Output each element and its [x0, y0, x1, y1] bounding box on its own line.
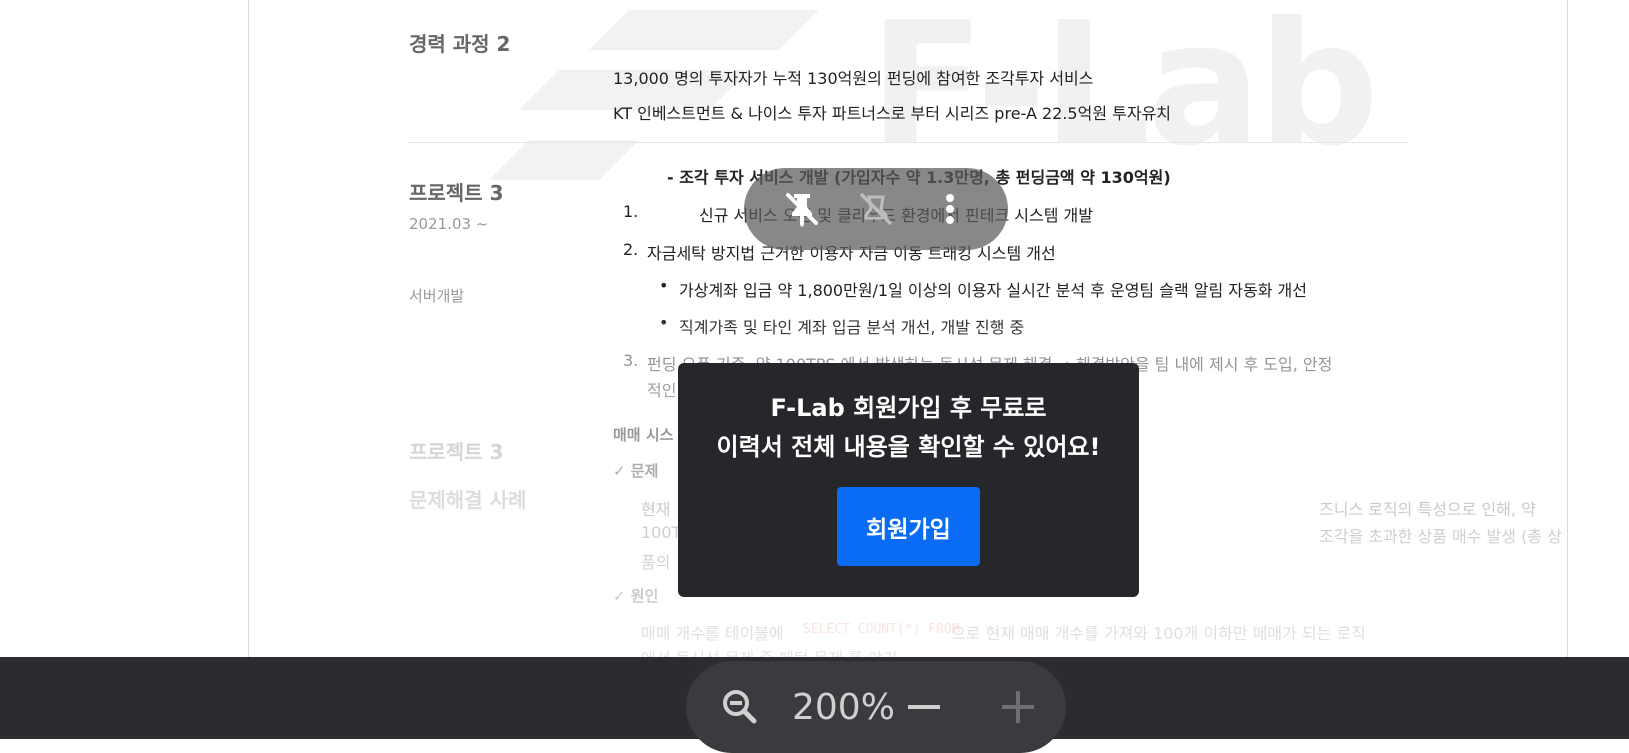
minus-icon[interactable] — [896, 679, 952, 735]
project-title: 프로젝트 3 — [409, 181, 504, 205]
more-vert-icon[interactable] — [930, 189, 970, 229]
modal-subheadline: 이력서 전체 내용을 확인할 수 있어요! — [716, 433, 1101, 461]
case-title: 프로젝트 3 — [409, 440, 504, 464]
problem-text: 현재 — [641, 500, 671, 519]
career-line: 13,000 명의 투자자가 누적 130억원의 펀딩에 참여한 조각투자 서비… — [613, 69, 1094, 88]
case-subject: 매매 시스 — [613, 426, 674, 444]
signup-button[interactable]: 회원가입 — [837, 487, 980, 566]
signup-prompt-modal: F-Lab 회원가입 후 무료로 이력서 전체 내용을 확인할 수 있어요! 회… — [678, 363, 1139, 597]
list-item-number: 2. — [623, 240, 639, 259]
zoom-out-icon[interactable] — [712, 679, 768, 735]
problem-label: ✓ 문제 — [613, 462, 659, 480]
bullet-item: 가상계좌 입금 약 1,800만원/1일 이상의 이용자 실시간 분석 후 운영… — [679, 281, 1307, 300]
problem-text: 품의 — [641, 553, 671, 572]
zoom-level: 200% — [792, 686, 895, 728]
zoom-controls: 200% — [686, 661, 1066, 753]
unpin-icon[interactable] — [782, 189, 822, 229]
list-item-number: 1. — [623, 202, 639, 221]
cause-text: 에서 동시성 문제 즉 패턴 문제 를 야기 — [641, 645, 897, 657]
case-subtitle: 문제해결 사례 — [409, 488, 527, 512]
project-date: 2021.03 ~ — [409, 215, 489, 233]
project-role: 서버개발 — [409, 287, 465, 305]
bullet-icon: • — [659, 313, 669, 332]
bullet-item: 직계가족 및 타인 계좌 입금 분석 개선, 개발 진행 중 — [679, 318, 1025, 337]
career-line: KT 인베스트먼트 & 나이스 투자 파트너스로 부터 시리즈 pre-A 22… — [613, 104, 1172, 123]
cause-text: 으로 현재 매매 개수를 가져와 100개 이하만 매매가 되는 로직 — [951, 624, 1366, 643]
plus-icon[interactable] — [990, 679, 1046, 735]
bullet-icon: • — [659, 276, 669, 295]
problem-text: 조각을 초과한 상품 매수 발생 (총 상 — [1319, 527, 1562, 546]
problem-text: 즈니스 로직의 특성으로 인해, 약 — [1319, 500, 1536, 519]
cause-label: ✓ 원인 — [613, 587, 659, 605]
problem-text: 100T — [641, 523, 682, 542]
cause-code: SELECT COUNT(*) FROM — [803, 622, 960, 637]
notifications-off-icon[interactable] — [856, 189, 896, 229]
list-item-number: 3. — [623, 351, 639, 370]
floating-player-controls — [744, 168, 1008, 250]
cause-text: 매매 개수를 테이블에 — [641, 624, 784, 643]
divider — [409, 142, 1409, 143]
list-item-continued: 적인 — [647, 381, 677, 400]
career-title: 경력 과정 2 — [409, 32, 511, 56]
viewer-toolbar: 200% — [0, 657, 1629, 753]
modal-headline: F-Lab 회원가입 후 무료로 — [770, 394, 1047, 422]
